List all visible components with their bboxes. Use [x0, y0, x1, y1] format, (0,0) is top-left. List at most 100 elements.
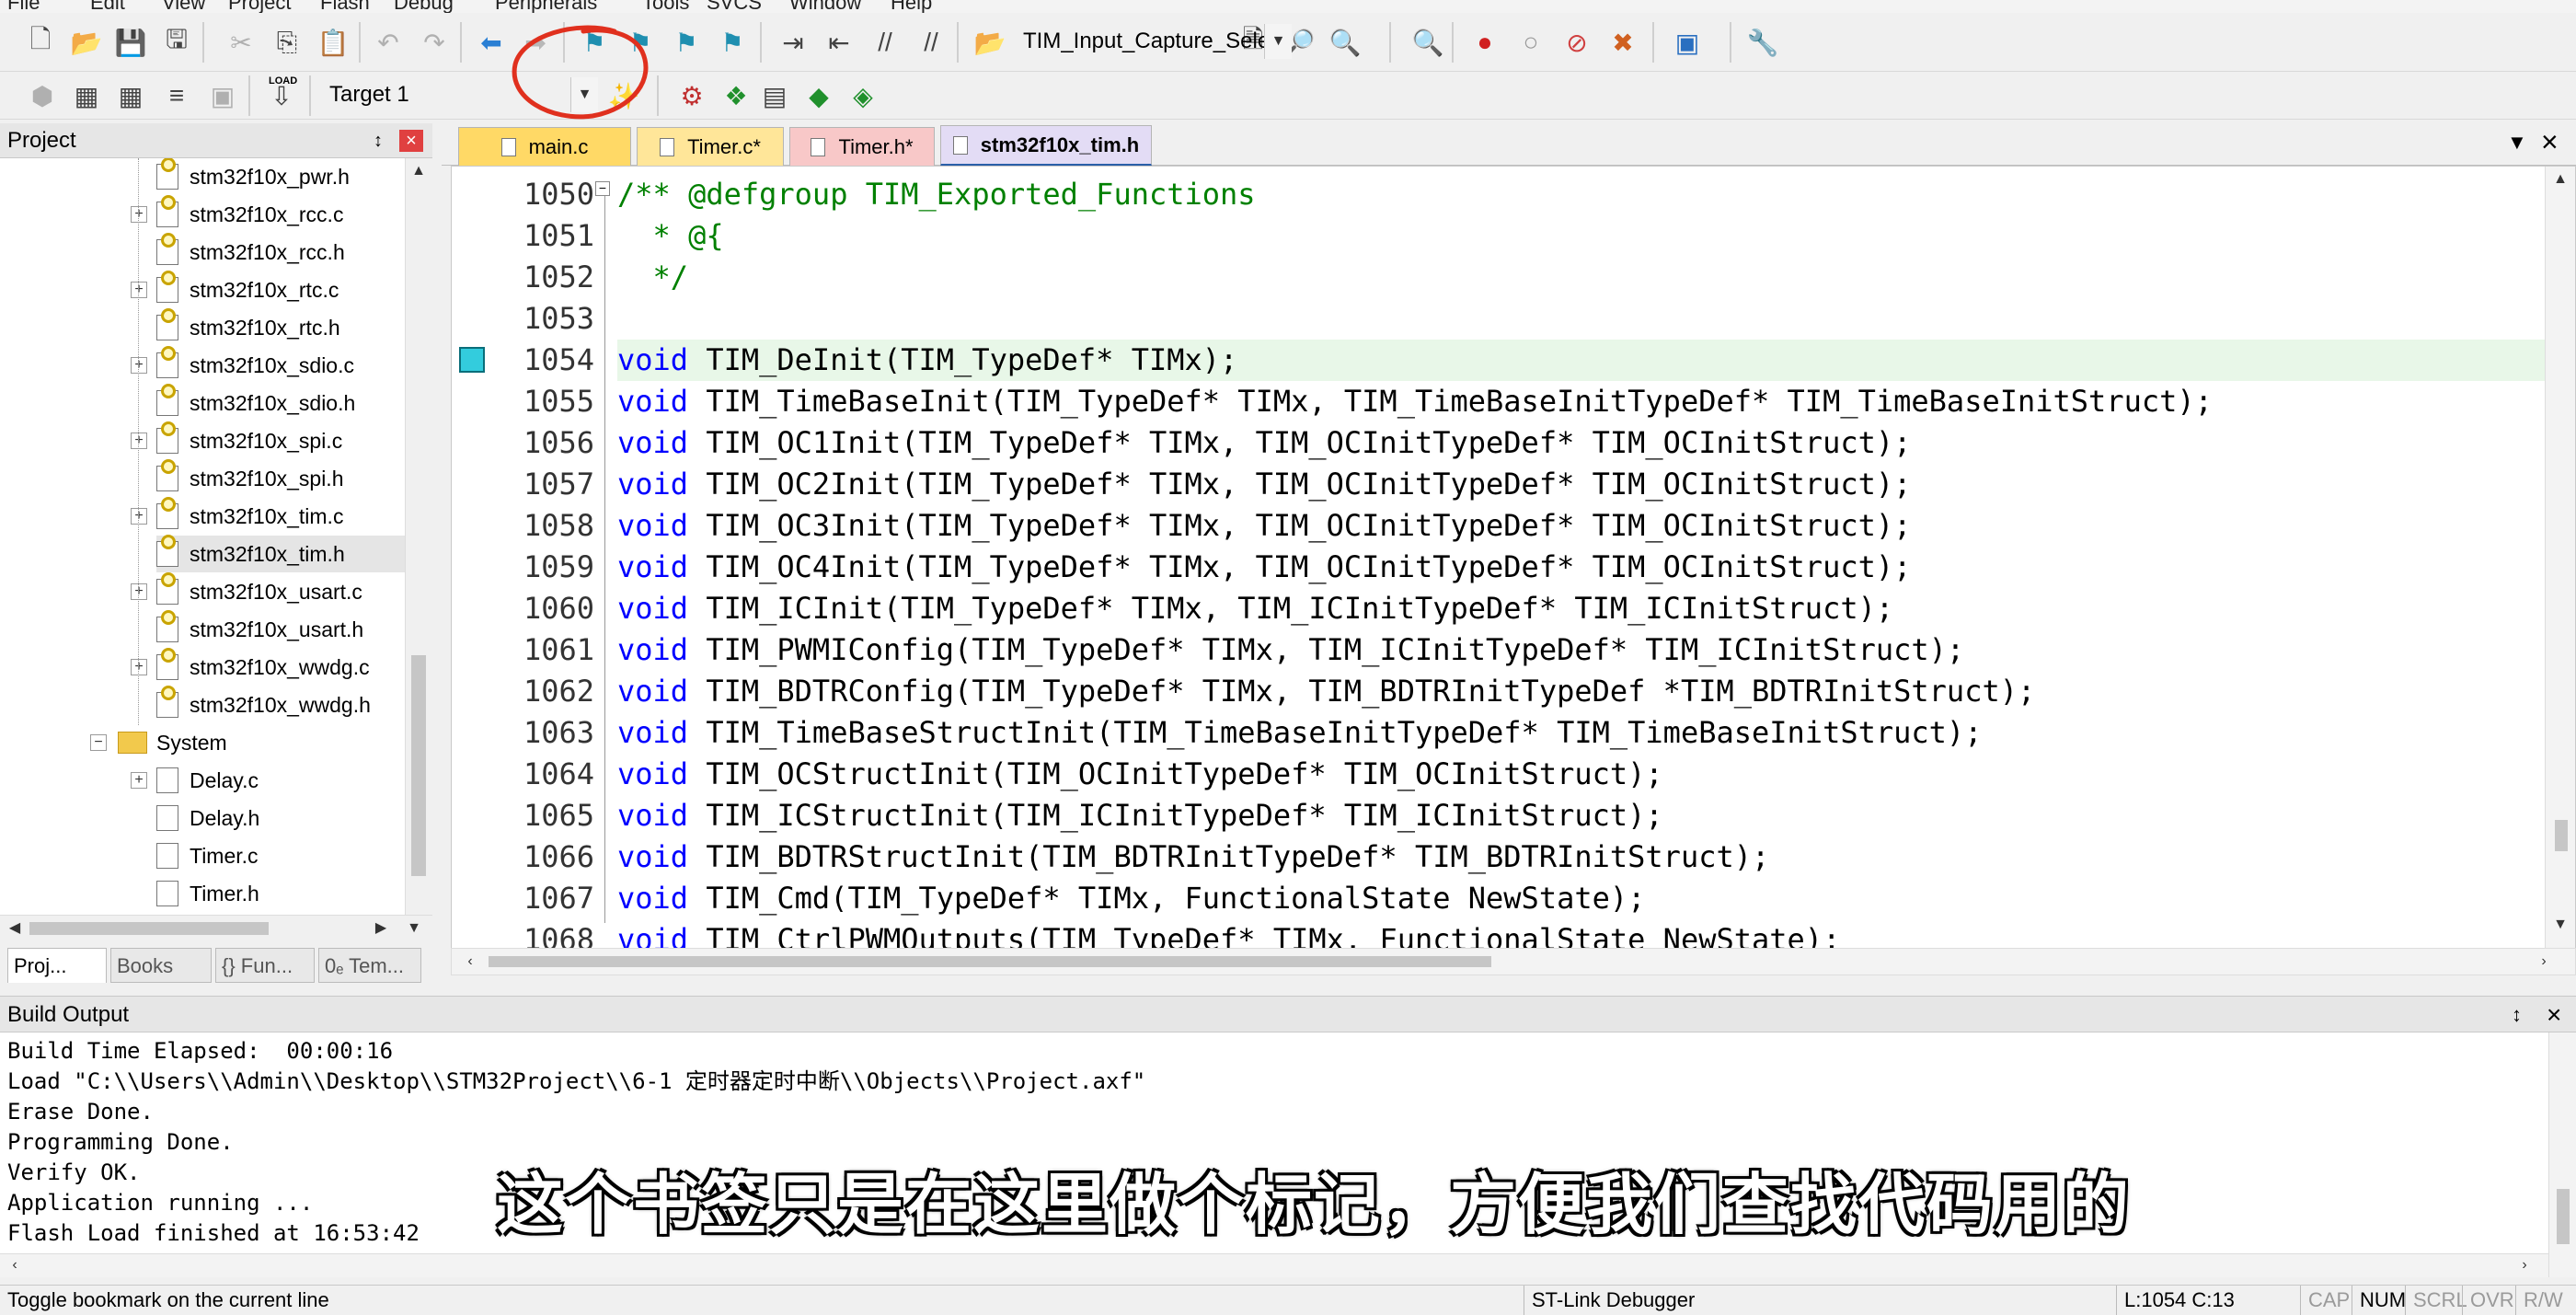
code-line[interactable]: void TIM_ICStructInit(TIM_ICInitTypeDef*…: [617, 795, 1663, 836]
open-file-icon[interactable]: 📂: [66, 22, 107, 63]
close-icon[interactable]: ×: [2547, 997, 2561, 1033]
scrollbar-thumb[interactable]: [2555, 820, 2568, 851]
tree-file[interactable]: stm32f10x_pwr.h: [156, 158, 405, 195]
tree-file[interactable]: stm32f10x_usart.c: [156, 572, 405, 610]
project-tree-horizontal-scrollbar[interactable]: ◀ ▶ ▼: [0, 915, 432, 942]
tree-file[interactable]: Timer.h: [156, 875, 405, 912]
cut-icon[interactable]: ✂: [221, 22, 261, 63]
code-line[interactable]: void TIM_OC2Init(TIM_TypeDef* TIMx, TIM_…: [617, 464, 1911, 505]
code-line[interactable]: void TIM_OCStructInit(TIM_OCInitTypeDef*…: [617, 754, 1663, 795]
menu-file[interactable]: File: [7, 0, 40, 13]
code-line[interactable]: void TIM_BDTRConfig(TIM_TypeDef* TIMx, T…: [617, 671, 2035, 712]
select-packs-icon[interactable]: ◆: [799, 75, 839, 116]
scrollbar-thumb[interactable]: [2557, 1189, 2570, 1244]
expand-icon[interactable]: +: [131, 433, 147, 449]
scrollbar-thumb[interactable]: [29, 922, 269, 935]
options-icon[interactable]: ⚙: [672, 75, 712, 116]
fold-toggle-icon[interactable]: −: [595, 181, 610, 196]
editor-vertical-scrollbar[interactable]: ▲ ▼: [2545, 167, 2575, 951]
tree-file[interactable]: Delay.c: [156, 762, 405, 799]
menu-debug[interactable]: Debug: [394, 0, 454, 13]
menu-help[interactable]: Help: [891, 0, 932, 13]
breakpoint-icon[interactable]: ●: [1465, 22, 1505, 63]
menu-svcs[interactable]: SVCS: [707, 0, 762, 13]
expand-icon[interactable]: +: [131, 772, 147, 789]
translate-icon[interactable]: ⬢: [22, 75, 63, 116]
unindent-icon[interactable]: ⇤: [819, 22, 859, 63]
next-bookmark-icon[interactable]: ⚑: [666, 22, 707, 63]
code-line[interactable]: void TIM_DeInit(TIM_TypeDef* TIMx);: [617, 340, 2549, 381]
scroll-right-icon[interactable]: ▶: [368, 916, 394, 941]
disable-all-breakpoints-icon[interactable]: ⊘: [1557, 22, 1597, 63]
tree-file[interactable]: stm32f10x_wwdg.h: [156, 686, 405, 723]
expand-icon[interactable]: +: [131, 508, 147, 525]
code-editor[interactable]: 1050 1051 1052 1053 1054 1055 1056 1057 1058 1059…: [451, 166, 2576, 952]
code-line[interactable]: void TIM_Cmd(TIM_TypeDef* TIMx, Function…: [617, 878, 1645, 919]
uncomment-icon[interactable]: //: [911, 22, 951, 63]
save-icon[interactable]: 💾: [110, 22, 151, 63]
menu-tools[interactable]: Tools: [642, 0, 689, 13]
indent-icon[interactable]: ⇥: [773, 22, 813, 63]
code-line[interactable]: void TIM_OC1Init(TIM_TypeDef* TIMx, TIM_…: [617, 422, 1911, 464]
window-layout-icon[interactable]: ▣: [1667, 22, 1708, 63]
pin-icon[interactable]: ↕: [2512, 997, 2522, 1033]
tree-file[interactable]: stm32f10x_usart.h: [156, 610, 405, 648]
panel-tab-books[interactable]: Books: [110, 948, 212, 983]
scroll-left-icon[interactable]: ‹: [2, 1252, 28, 1278]
collapse-icon[interactable]: −: [90, 734, 107, 751]
find-combo-icon[interactable]: 📂: [970, 22, 1010, 63]
file-extensions-icon[interactable]: ▤: [754, 75, 795, 116]
tree-file[interactable]: Delay.h: [156, 800, 405, 836]
scroll-left-icon[interactable]: ◀: [2, 916, 28, 941]
undo-icon[interactable]: ↶: [368, 22, 408, 63]
line-number-gutter[interactable]: 1050 1051 1052 1053 1054 1055 1056 1057 1058 1059…: [452, 167, 608, 951]
manage-components-icon[interactable]: ❖: [716, 75, 756, 116]
panel-tab-project[interactable]: Proj...: [7, 948, 107, 983]
scroll-down-icon[interactable]: ▼: [401, 916, 427, 941]
rebuild-icon[interactable]: ▦: [110, 75, 151, 116]
menu-window[interactable]: Window: [789, 0, 861, 13]
menu-view[interactable]: View: [162, 0, 205, 13]
build-icon[interactable]: ▦: [66, 75, 107, 116]
debug-session-icon[interactable]: 🔍: [1408, 22, 1448, 63]
pin-icon[interactable]: ↕: [366, 130, 390, 152]
code-line[interactable]: void TIM_BDTRStructInit(TIM_BDTRInitType…: [617, 836, 1769, 878]
find-combo[interactable]: TIM_Input_Capture_Selec ▼: [1016, 24, 1292, 61]
tree-file[interactable]: stm32f10x_tim.c: [156, 497, 405, 535]
project-tree-vertical-scrollbar[interactable]: ▲: [405, 158, 432, 915]
tab-stm32f10x-tim-h[interactable]: stm32f10x_tim.h: [940, 125, 1152, 166]
editor-horizontal-scrollbar[interactable]: ‹ ›: [451, 948, 2576, 975]
code-line[interactable]: void TIM_OC4Init(TIM_TypeDef* TIMx, TIM_…: [617, 547, 1911, 588]
expand-icon[interactable]: +: [131, 357, 147, 374]
tree-file[interactable]: stm32f10x_rtc.h: [156, 308, 405, 346]
menu-project[interactable]: Project: [228, 0, 291, 13]
redo-icon[interactable]: ↷: [414, 22, 454, 63]
code-line[interactable]: void TIM_TimeBaseStructInit(TIM_TimeBase…: [617, 712, 1982, 754]
bookmark-icon[interactable]: [459, 347, 485, 373]
code-line[interactable]: void TIM_CtrlPWMOutputs(TIM_TypeDef* TIM…: [617, 919, 1840, 951]
scroll-left-icon[interactable]: ‹: [457, 949, 483, 975]
scrollbar-thumb[interactable]: [489, 956, 1491, 967]
expand-icon[interactable]: +: [131, 659, 147, 675]
paste-icon[interactable]: 📋: [313, 22, 353, 63]
code-line[interactable]: void TIM_TimeBaseInit(TIM_TypeDef* TIMx,…: [617, 381, 2213, 422]
expand-icon[interactable]: +: [131, 206, 147, 223]
pack-installer-icon[interactable]: ◈: [843, 75, 883, 116]
tree-file[interactable]: stm32f10x_spi.h: [156, 459, 405, 497]
close-tab-icon[interactable]: ×: [2541, 125, 2559, 159]
close-icon[interactable]: ×: [399, 130, 423, 152]
new-file-icon[interactable]: 🗋: [20, 22, 61, 63]
copy-icon[interactable]: ⎘: [267, 22, 307, 63]
tab-menu-icon[interactable]: ▼: [2507, 131, 2527, 155]
menu-peripherals[interactable]: Peripherals: [495, 0, 597, 13]
code-area[interactable]: /** @defgroup TIM_Exported_Functions * @…: [617, 167, 2549, 951]
code-line[interactable]: */: [617, 257, 689, 298]
tab-main-c[interactable]: main.c: [458, 127, 631, 166]
build-output-vertical-scrollbar[interactable]: [2548, 1032, 2576, 1277]
scroll-right-icon[interactable]: ›: [2531, 949, 2557, 975]
save-all-icon[interactable]: 🖫: [156, 22, 197, 63]
code-line[interactable]: * @{: [617, 215, 724, 257]
menu-edit[interactable]: Edit: [90, 0, 125, 13]
tree-folder[interactable]: System: [118, 724, 405, 761]
tree-file[interactable]: Timer.c: [156, 837, 405, 874]
